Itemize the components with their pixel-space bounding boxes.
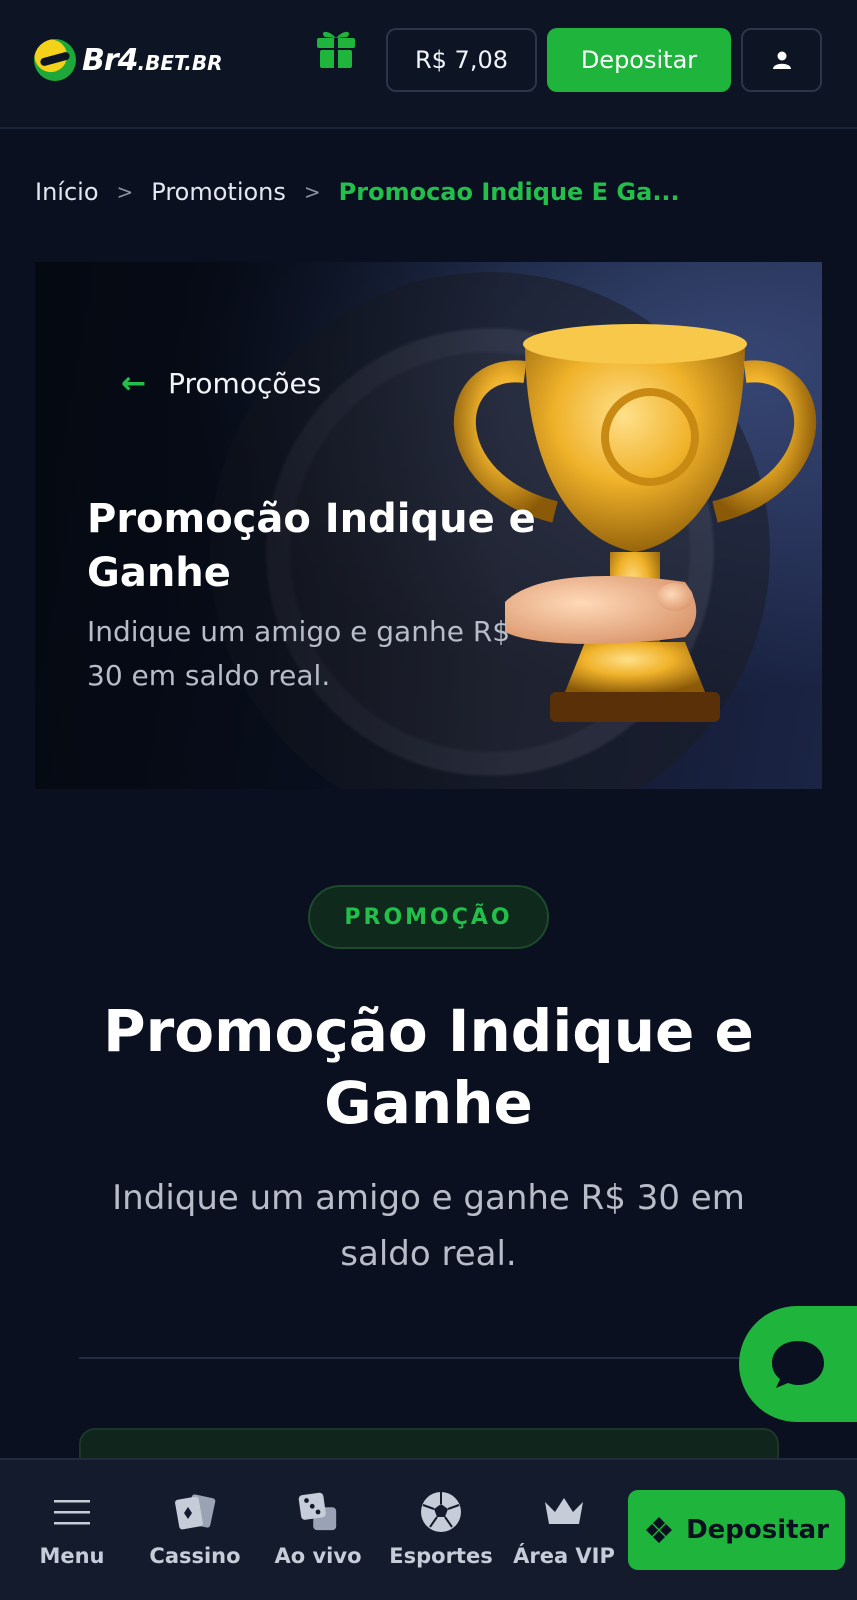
nav-label-esportes: Esportes	[389, 1544, 493, 1568]
promo-tag-badge: PROMOÇÃO	[308, 885, 549, 949]
logo-text: Br4	[82, 42, 139, 78]
chat-bubble-icon	[772, 1341, 824, 1388]
bottom-navigation: Menu Cassino Ao vivo Esportes Área VIP D…	[0, 1458, 857, 1600]
page-title: Promoção Indique e Ganhe	[103, 997, 754, 1137]
logo-ball-icon	[34, 39, 76, 81]
chat-support-button[interactable]	[739, 1306, 857, 1422]
arrow-left-icon: ←	[121, 366, 147, 401]
nav-item-menu[interactable]: Menu	[17, 1490, 127, 1580]
crown-icon	[542, 1490, 586, 1534]
dice-icon	[296, 1490, 340, 1534]
user-icon	[772, 51, 791, 69]
deposit-button[interactable]: Depositar	[547, 28, 731, 92]
breadcrumb-promotions[interactable]: Promotions	[151, 178, 286, 206]
balance-display[interactable]: R$ 7,08	[386, 28, 537, 92]
deposit-bottom-button[interactable]: Depositar	[628, 1490, 845, 1570]
gift-icon[interactable]	[313, 24, 359, 70]
breadcrumb-home[interactable]: Início	[35, 178, 99, 206]
nav-label-cassino: Cassino	[149, 1544, 241, 1568]
nav-item-area-vip[interactable]: Área VIP	[509, 1490, 619, 1580]
breadcrumb-separator: >	[116, 180, 134, 204]
nav-label-menu: Menu	[39, 1544, 105, 1568]
logo-suffix: .BET.BR	[137, 50, 223, 75]
banner-title: Promoção Indique e Ganhe	[87, 496, 536, 596]
cards-icon	[173, 1490, 217, 1534]
breadcrumb-separator: >	[303, 180, 321, 204]
promo-banner: ← Promoções Promoção Indique e Ganhe Ind…	[35, 262, 822, 789]
hamburger-icon	[50, 1490, 94, 1534]
divider	[79, 1357, 779, 1359]
back-link-label: Promoções	[168, 367, 322, 400]
deposit-bottom-label: Depositar	[686, 1515, 829, 1545]
site-logo[interactable]: Br4.BET.BR	[34, 38, 223, 82]
nav-item-cassino[interactable]: Cassino	[140, 1490, 250, 1580]
nav-item-esportes[interactable]: Esportes	[386, 1490, 496, 1580]
banner-subtitle: Indique um amigo e ganhe R$ 30 em saldo …	[87, 615, 511, 692]
nav-label-area-vip: Área VIP	[513, 1544, 615, 1568]
soccer-ball-icon	[419, 1490, 463, 1534]
diamond-icon	[646, 1517, 673, 1543]
breadcrumb: Início > Promotions > Promocao Indique E…	[35, 172, 680, 212]
header: Br4.BET.BR R$ 7,08 Depositar	[0, 0, 857, 129]
page-subtitle: Indique um amigo e ganhe R$ 30 em saldo …	[112, 1178, 745, 1274]
nav-item-ao-vivo[interactable]: Ao vivo	[263, 1490, 373, 1580]
user-account-button[interactable]	[741, 28, 822, 92]
back-to-promotions-link[interactable]: ← Promoções	[121, 366, 321, 401]
nav-label-ao-vivo: Ao vivo	[274, 1544, 362, 1568]
breadcrumb-current: Promocao Indique E Ga...	[338, 178, 680, 206]
